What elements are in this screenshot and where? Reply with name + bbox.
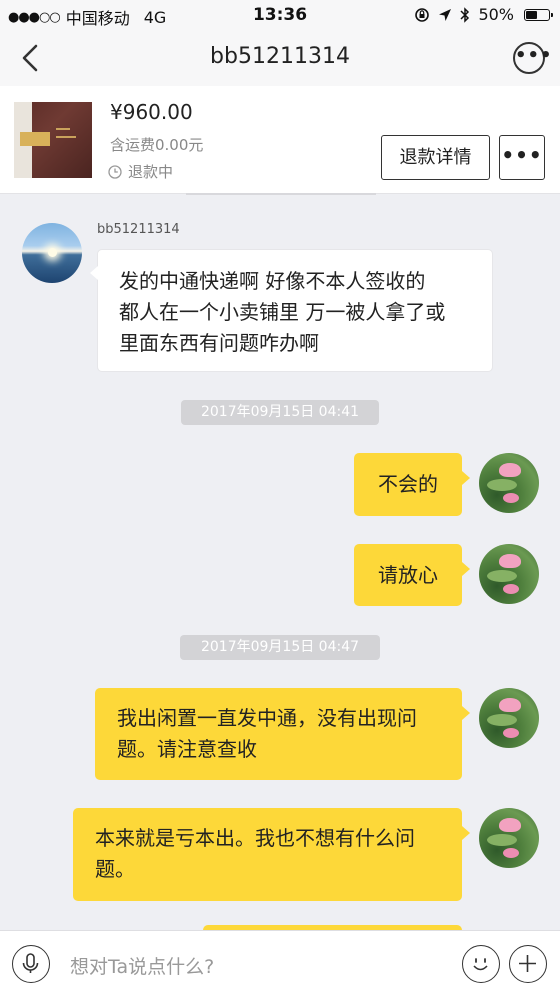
timestamp-chip: 2017年09月15日 04:47 bbox=[180, 635, 380, 660]
message-input[interactable]: 想对Ta说点什么? bbox=[70, 952, 214, 979]
status-bar: ●●●○○ 中国移动 4G 13:36 50% bbox=[0, 0, 560, 30]
bluetooth-icon bbox=[460, 6, 470, 23]
message-line: 题。 bbox=[95, 857, 135, 881]
message-bubble[interactable]: 我出闲置一直发中通，没有出现问 题。请注意查收 bbox=[95, 688, 470, 780]
my-avatar[interactable] bbox=[479, 688, 539, 748]
refund-details-button[interactable]: 退款详情 bbox=[381, 135, 490, 180]
message-line: 我出闲置一直发中通，没有出现问 bbox=[117, 706, 417, 730]
product-thumbnail[interactable] bbox=[14, 102, 92, 178]
microphone-icon bbox=[22, 953, 39, 973]
emoji-button[interactable] bbox=[462, 945, 500, 983]
message-bubble[interactable]: 本来就是亏本出。我也不想有什么问 题。 bbox=[73, 808, 470, 901]
contact-avatar[interactable] bbox=[22, 223, 82, 283]
more-dots-icon: ••• bbox=[515, 45, 553, 66]
voice-input-button[interactable] bbox=[12, 945, 50, 983]
my-avatar[interactable] bbox=[479, 544, 539, 604]
smiley-icon bbox=[473, 958, 488, 971]
product-price: ¥960.00 bbox=[110, 100, 193, 124]
battery-percent: 50% bbox=[478, 5, 514, 24]
more-attach-button[interactable] bbox=[509, 945, 547, 983]
refund-status-label: 退款中 bbox=[128, 163, 174, 181]
timestamp-chip: 2017年09月15日 04:41 bbox=[181, 400, 379, 425]
divider bbox=[186, 193, 376, 195]
card-more-button[interactable]: ••• bbox=[499, 135, 545, 180]
location-icon bbox=[439, 8, 452, 21]
more-options-button[interactable]: ••• bbox=[513, 42, 553, 74]
battery-icon bbox=[524, 8, 553, 21]
my-avatar[interactable] bbox=[479, 453, 539, 513]
nav-bar: bb51211314 ••• bbox=[0, 30, 560, 86]
page-title: bb51211314 bbox=[210, 44, 350, 69]
message-bubble[interactable]: 发的中通快递啊 好像不本人签收的 都人在一个小卖铺里 万一被人拿了或 里面东西有… bbox=[90, 249, 493, 372]
message-line: 题。请注意查收 bbox=[117, 737, 257, 761]
rotation-lock-icon bbox=[415, 7, 430, 22]
message-line: 本来就是亏本出。我也不想有什么问 bbox=[95, 826, 415, 850]
message-bubble[interactable]: 不会的 bbox=[354, 453, 470, 516]
clock-icon bbox=[108, 164, 122, 179]
back-arrow-icon[interactable] bbox=[14, 40, 50, 76]
message-bubble[interactable]: 请放心 bbox=[354, 544, 470, 606]
message-line: 里面东西有问题咋办啊 bbox=[119, 331, 319, 355]
message-line: 发的中通快递啊 好像不本人签收的 bbox=[119, 269, 426, 293]
plus-icon bbox=[519, 955, 536, 972]
shipping-fee: 含运费0.00元 bbox=[110, 136, 204, 154]
input-bar: 想对Ta说点什么? bbox=[0, 930, 560, 996]
status-right: 50% bbox=[414, 5, 553, 24]
sender-name: bb51211314 bbox=[97, 222, 180, 237]
message-line: 请放心 bbox=[378, 563, 438, 587]
message-line: 不会的 bbox=[378, 472, 438, 496]
my-avatar[interactable] bbox=[479, 808, 539, 868]
message-line: 都人在一个小卖铺里 万一被人拿了或 bbox=[119, 300, 446, 324]
refund-status: 退款中 bbox=[108, 161, 173, 182]
